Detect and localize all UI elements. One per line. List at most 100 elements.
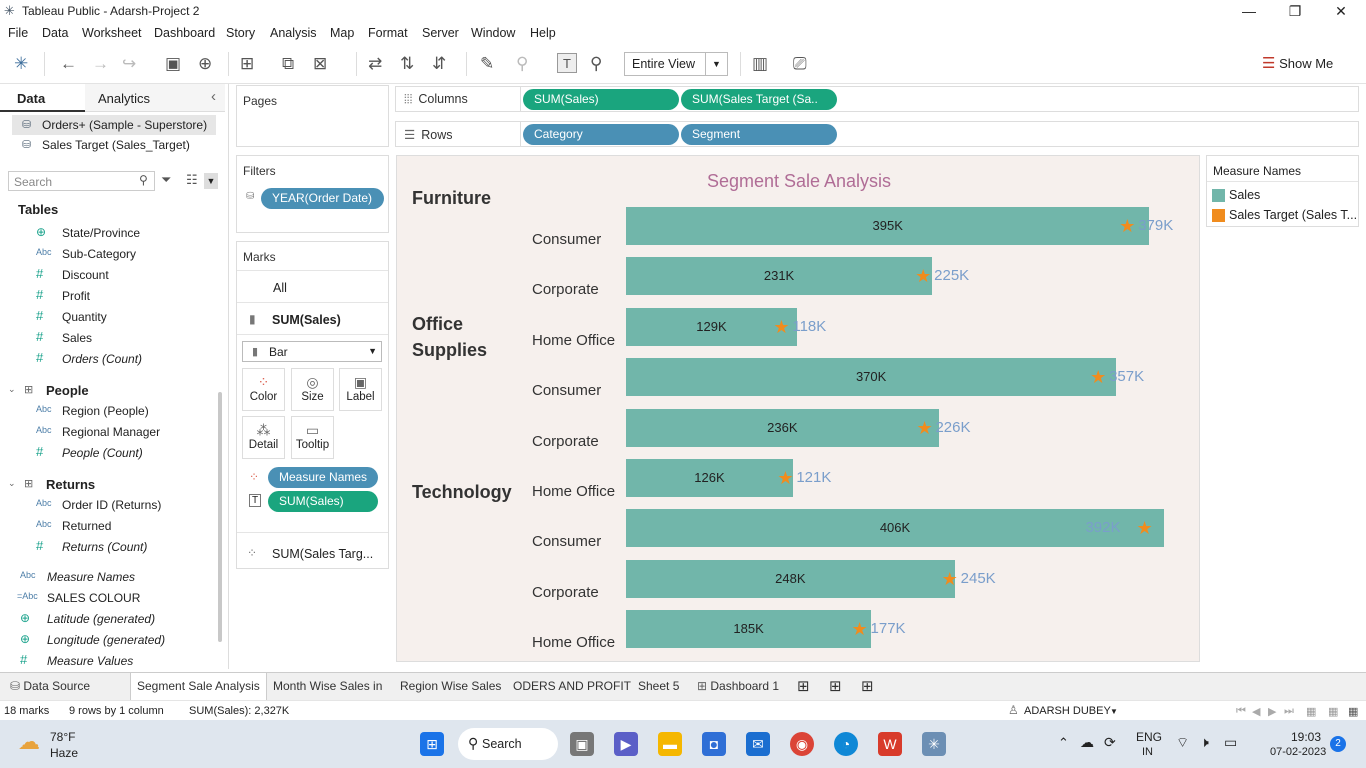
field-item[interactable]: Abc Order ID (Returns) [0, 495, 205, 516]
target-star-mark[interactable]: ★ [773, 318, 789, 336]
clock-time[interactable]: 19:03 [1291, 730, 1321, 744]
next-sheet-icon[interactable]: ▶ [1268, 705, 1276, 718]
maximize-button[interactable]: ❐ [1272, 0, 1318, 22]
field-item[interactable]: Abc Returned [0, 516, 205, 537]
label-button[interactable]: ▣ Label [339, 368, 382, 411]
target-star-mark[interactable]: ★ [1090, 368, 1106, 386]
menu-story[interactable]: Story [226, 26, 255, 40]
collapse-pane-icon[interactable]: ‹ [211, 88, 216, 105]
menu-map[interactable]: Map [330, 26, 354, 40]
duplicate-sheet-icon[interactable]: ⧉ [282, 54, 294, 74]
target-star-mark[interactable]: ★ [852, 620, 868, 638]
store-icon[interactable]: ◘ [702, 732, 726, 756]
sheet-sorter-icon[interactable]: ▦ [1306, 705, 1316, 718]
tab-region-wise-sales[interactable]: Region Wise Sales [400, 679, 501, 693]
tableau-logo-icon[interactable]: ✳ [14, 54, 28, 74]
datasource-sales-target[interactable]: ⛁ Sales Target (Sales_Target) [12, 135, 216, 155]
sort-ascending-icon[interactable]: ⇅ [400, 54, 414, 74]
minimize-button[interactable]: — [1226, 0, 1272, 22]
fix-axes-icon[interactable]: ⚲ [590, 54, 602, 74]
show-mark-labels-icon[interactable]: T [557, 53, 577, 73]
field-item[interactable]: # Discount [0, 265, 205, 286]
tab-oders-and-profit[interactable]: ODERS AND PROFIT [513, 679, 631, 693]
onedrive-icon[interactable]: ☁ [1080, 734, 1094, 751]
folder-returns[interactable]: ⌄ ⊞ Returns [0, 474, 205, 495]
field-item[interactable]: # Quantity [0, 307, 205, 328]
tab-month-wise-sales[interactable]: Month Wise Sales in [273, 679, 382, 693]
legend-item-sales[interactable]: Sales [1229, 188, 1260, 202]
view-list-icon[interactable]: ☷ [186, 172, 198, 188]
notification-badge[interactable]: 2 [1330, 736, 1346, 752]
tableau-taskbar-icon[interactable]: ✳ [922, 732, 946, 756]
filter-pill-year[interactable]: YEAR(Order Date) [261, 188, 384, 209]
detail-button[interactable]: ⁂ Detail [242, 416, 285, 459]
new-dashboard-tab-icon[interactable]: ⊞ [829, 677, 842, 695]
data-pane-scrollbar[interactable] [218, 392, 222, 642]
prev-sheet-icon[interactable]: ◀ [1252, 705, 1260, 718]
new-worksheet-tab-icon[interactable]: ⊞ [797, 677, 810, 695]
mark-type-select[interactable]: ▮ Bar ▼ [242, 341, 382, 362]
field-item[interactable]: ⊕ Longitude (generated) [0, 630, 205, 651]
taskbar-search[interactable]: ⚲ Search [458, 728, 558, 760]
marks-card[interactable]: Marks All ▮ SUM(Sales) ▮ Bar ▼ ⁘ Color ◎ S… [236, 241, 389, 569]
columns-pill-sum-sales[interactable]: SUM(Sales) [523, 89, 679, 110]
fit-view-select[interactable]: Entire View ▼ [624, 52, 728, 76]
weather-temp[interactable]: 78°F [50, 730, 75, 744]
menu-server[interactable]: Server [422, 26, 459, 40]
sort-descending-icon[interactable]: ⇵ [432, 54, 446, 74]
file-explorer-icon[interactable]: ▬ [658, 732, 682, 756]
chart-area[interactable]: Segment Sale Analysis Consumer 395K ★ 379K C… [396, 155, 1200, 662]
field-item[interactable]: # Orders (Count) [0, 349, 205, 370]
marks-sales-target[interactable]: SUM(Sales Targ... [272, 547, 373, 561]
menu-data[interactable]: Data [42, 26, 68, 40]
swap-rows-columns-icon[interactable]: ⇄ [368, 54, 382, 74]
menu-dashboard[interactable]: Dashboard [154, 26, 215, 40]
presentation-mode-icon[interactable]: ⎚ [793, 54, 807, 74]
weather-desc[interactable]: Haze [50, 746, 78, 760]
mark-pill-measure-names[interactable]: Measure Names [268, 467, 378, 488]
tab-data-source[interactable]: ⛁ Data Source [10, 679, 90, 693]
target-star-mark[interactable]: ★ [777, 469, 793, 487]
target-star-mark[interactable]: ★ [1119, 217, 1135, 235]
filters-card[interactable]: Filters ⛁ YEAR(Order Date) [236, 155, 389, 233]
legend-item-target[interactable]: Sales Target (Sales T... [1229, 208, 1357, 222]
pages-card[interactable]: Pages [236, 85, 389, 147]
tab-segment-sale-analysis[interactable]: Segment Sale Analysis [130, 673, 267, 701]
tabs-view-icon[interactable]: ▦ [1348, 705, 1358, 718]
status-user[interactable]: ADARSH DUBEY [1024, 705, 1111, 717]
filter-icon[interactable]: ⏷ [161, 172, 171, 188]
target-star-mark[interactable]: ★ [942, 570, 958, 588]
tab-data[interactable]: Data [0, 84, 85, 112]
search-input[interactable]: Search [8, 171, 155, 191]
menu-help[interactable]: Help [530, 26, 556, 40]
color-legend[interactable]: Measure Names Sales Sales Target (Sales … [1206, 155, 1359, 227]
language-eng[interactable]: ENG [1136, 730, 1162, 744]
tooltip-button[interactable]: ▭ Tooltip [291, 416, 334, 459]
field-item[interactable]: ⊕ State/Province [0, 223, 205, 244]
target-star-mark[interactable]: ★ [916, 419, 932, 437]
wps-office-icon[interactable]: W [878, 732, 902, 756]
film-strip-icon[interactable]: ▦ [1328, 705, 1338, 718]
group-members-icon[interactable]: ⚲ [516, 54, 528, 74]
marks-all[interactable]: All [273, 281, 287, 295]
field-item[interactable]: # Sales [0, 328, 205, 349]
dropdown-icon[interactable]: ▼ [204, 173, 218, 189]
undo-icon[interactable]: ← [60, 54, 77, 74]
chevron-down-icon[interactable]: ▼ [1110, 707, 1118, 716]
field-item[interactable]: Abc Sub-Category [0, 244, 205, 265]
last-sheet-icon[interactable]: ⏭ [1284, 705, 1294, 718]
field-item[interactable]: ⊕ Latitude (generated) [0, 609, 205, 630]
field-item[interactable]: Abc Regional Manager [0, 422, 205, 443]
sync-icon[interactable]: ⟳ [1104, 734, 1116, 751]
clock-date[interactable]: 07-02-2023 [1270, 746, 1326, 758]
menu-window[interactable]: Window [471, 26, 515, 40]
menu-analysis[interactable]: Analysis [270, 26, 317, 40]
highlight-icon[interactable]: ✎ [480, 54, 494, 74]
field-item[interactable]: Abc Measure Names [0, 567, 205, 588]
redo-icon[interactable]: → [92, 54, 109, 74]
weather-icon[interactable]: ☁ [18, 729, 40, 755]
new-story-tab-icon[interactable]: ⊞ [861, 677, 874, 695]
replay-icon[interactable]: ↪ [122, 54, 136, 74]
field-item[interactable]: # Measure Values [0, 651, 205, 672]
columns-pill-sum-sales-target[interactable]: SUM(Sales Target (Sa.. [681, 89, 837, 110]
